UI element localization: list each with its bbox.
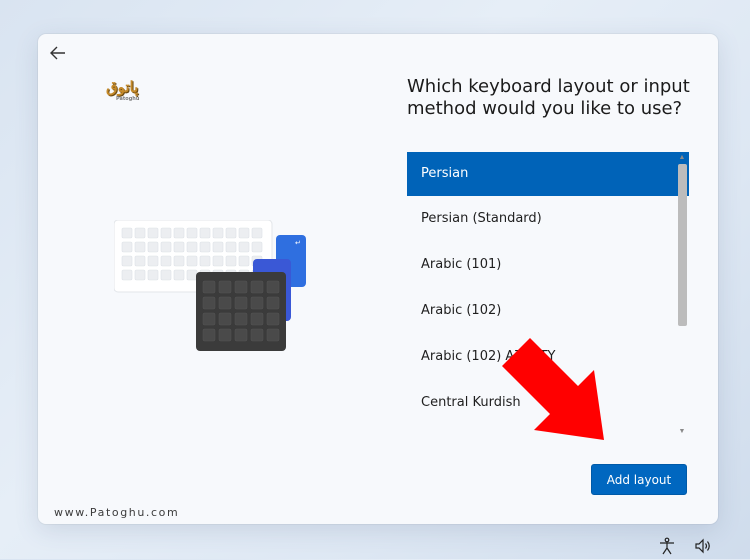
- logo-mark: پاتوق: [106, 78, 139, 96]
- scroll-down-icon[interactable]: ▼: [678, 428, 686, 436]
- layout-item-persian[interactable]: Persian: [407, 152, 689, 196]
- keyboard-illustration: ↵: [113, 219, 310, 354]
- watermark: www.Patoghu.com: [54, 506, 180, 519]
- add-layout-button[interactable]: Add layout: [591, 464, 687, 495]
- svg-text:↵: ↵: [295, 239, 301, 247]
- red-arrow-icon: [502, 338, 604, 440]
- patoghu-logo: پاتوق Patoghu: [106, 78, 148, 104]
- scroll-up-icon[interactable]: ▲: [678, 154, 686, 162]
- accessibility-icon[interactable]: [658, 537, 676, 555]
- layout-item-persian-standard[interactable]: Persian (Standard): [407, 196, 689, 242]
- logo-subtext: Patoghu: [116, 96, 140, 102]
- layout-item-arabic-102[interactable]: Arabic (102): [407, 288, 689, 334]
- scroll-thumb[interactable]: [678, 164, 687, 326]
- layout-list-scrollbar[interactable]: ▲ ▼: [676, 152, 688, 438]
- page-title: Which keyboard layout or input method wo…: [407, 76, 690, 119]
- layout-item-arabic-101[interactable]: Arabic (101): [407, 242, 689, 288]
- volume-icon[interactable]: [694, 537, 712, 555]
- back-button[interactable]: [46, 42, 70, 64]
- back-arrow-icon: [50, 46, 65, 60]
